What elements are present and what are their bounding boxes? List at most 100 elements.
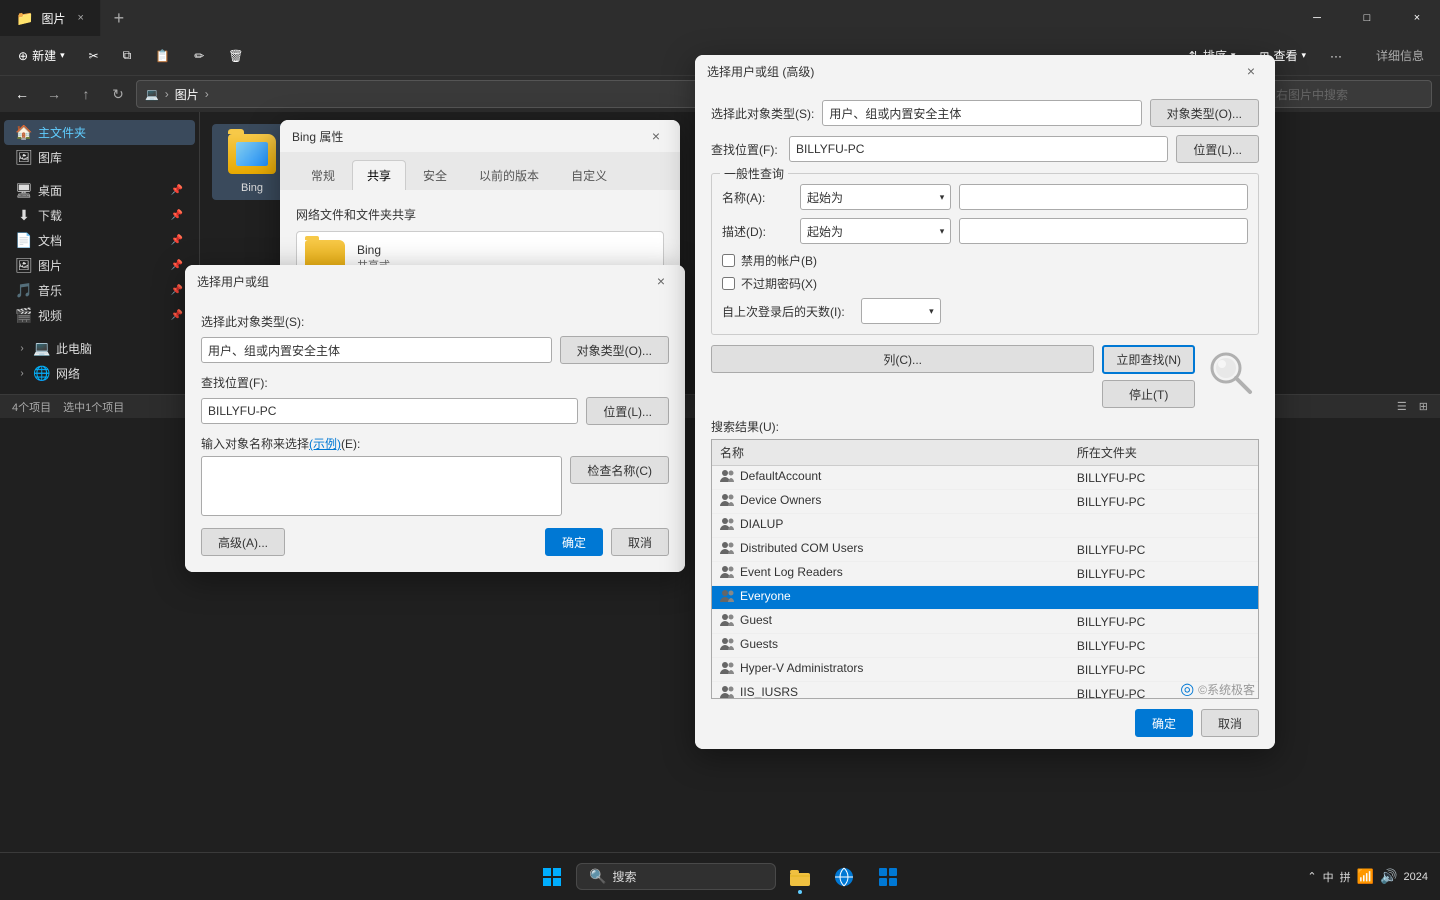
days-since-login-select[interactable]: ▾ <box>861 298 941 324</box>
object-type-field-adv: 用户、组或内置安全主体 <box>822 100 1141 126</box>
back-button[interactable]: ← <box>8 80 36 108</box>
select-user-advanced-content: 选择此对象类型(S): 用户、组或内置安全主体 对象类型(O)... 查找位置(… <box>695 87 1275 749</box>
non-expiring-pwd-checkbox[interactable] <box>722 277 735 290</box>
taskbar-browser[interactable] <box>824 857 864 897</box>
sidebar-item-home[interactable]: 🏠 主文件夹 <box>4 120 195 145</box>
tab-sharing[interactable]: 共享 <box>352 160 406 190</box>
table-row[interactable]: Distributed COM UsersBILLYFU-PC <box>712 538 1258 562</box>
add-tab-button[interactable]: + <box>101 0 137 36</box>
details-button[interactable]: 详细信息 <box>1368 47 1432 64</box>
location-btn-small[interactable]: 位置(L)... <box>586 397 669 425</box>
result-folder: BILLYFU-PC <box>1069 538 1258 562</box>
explorer-tab[interactable]: 📁 图片 × <box>0 0 101 36</box>
result-name: Event Log Readers <box>712 562 1069 586</box>
result-folder: BILLYFU-PC <box>1069 634 1258 658</box>
name-query-row: 名称(A): 起始为 ▾ <box>722 184 1248 210</box>
disabled-accounts-checkbox[interactable] <box>722 254 735 267</box>
taskbar-search[interactable]: 🔍 搜索 <box>576 863 776 890</box>
table-row[interactable]: Device OwnersBILLYFU-PC <box>712 490 1258 514</box>
delete-button[interactable]: 🗑 <box>218 45 253 67</box>
object-type-btn-small[interactable]: 对象类型(O)... <box>560 336 669 364</box>
tab-security[interactable]: 安全 <box>408 160 462 190</box>
sidebar-item-videos[interactable]: 🎬 视频 📌 <box>4 303 195 328</box>
table-row[interactable]: Hyper-V AdministratorsBILLYFU-PC <box>712 658 1258 682</box>
select-user-advanced-close-button[interactable]: × <box>1239 59 1263 83</box>
example-link-small[interactable]: (示例) <box>309 437 341 451</box>
paste-button[interactable]: 📋 <box>145 45 180 67</box>
forward-button[interactable]: → <box>40 80 68 108</box>
sidebar-item-documents[interactable]: 📄 文档 📌 <box>4 228 195 253</box>
minimize-button[interactable]: ─ <box>1294 0 1340 36</box>
sharing-section-title: 网络文件和文件夹共享 <box>296 206 664 223</box>
tab-general[interactable]: 常规 <box>296 160 350 190</box>
cancel-btn-adv[interactable]: 取消 <box>1201 709 1259 737</box>
cut-button[interactable]: ✂ <box>79 45 109 67</box>
view-mode-list-icon[interactable]: ☰ <box>1397 400 1407 413</box>
tab-previous-versions[interactable]: 以前的版本 <box>464 160 554 190</box>
bing-props-close-button[interactable]: × <box>644 124 668 148</box>
table-row[interactable]: GuestBILLYFU-PC <box>712 610 1258 634</box>
network-icon-taskbar[interactable]: 📶 <box>1357 868 1374 885</box>
sidebar-item-this-pc[interactable]: › 💻 此电脑 <box>4 336 195 361</box>
check-names-btn-small[interactable]: 检查名称(C) <box>570 456 669 484</box>
sidebar-item-gallery[interactable]: 🖼 图库 <box>4 145 195 170</box>
table-row[interactable]: DIALUP <box>712 514 1258 538</box>
volume-icon[interactable]: 🔊 <box>1380 868 1397 885</box>
location-field-small[interactable] <box>201 398 578 424</box>
up-button[interactable]: ↑ <box>72 80 100 108</box>
desc-condition-chevron: ▾ <box>940 226 945 237</box>
search-bar[interactable]: 🔍 右图片中搜索 <box>1252 80 1432 108</box>
taskbar-ime-pinyin[interactable]: 拼 <box>1340 869 1351 885</box>
copy-button[interactable]: ⧉ <box>113 44 142 67</box>
sidebar-item-music[interactable]: 🎵 音乐 📌 <box>4 278 195 303</box>
advanced-btn-small[interactable]: 高级(A)... <box>201 528 285 556</box>
ok-btn-adv[interactable]: 确定 <box>1135 709 1193 737</box>
ok-btn-small[interactable]: 确定 <box>545 528 603 556</box>
name-condition-value: 起始为 <box>807 189 843 206</box>
table-row[interactable]: IIS_IUSRSBILLYFU-PC <box>712 682 1258 700</box>
name-value-input[interactable] <box>959 184 1248 210</box>
cancel-btn-small[interactable]: 取消 <box>611 528 669 556</box>
taskbar-file-explorer[interactable] <box>780 857 820 897</box>
table-row[interactable]: GuestsBILLYFU-PC <box>712 634 1258 658</box>
sidebar-item-downloads[interactable]: ⬇ 下载 📌 <box>4 203 195 228</box>
table-row[interactable]: Everyone <box>712 586 1258 610</box>
window-controls: ─ □ × <box>1294 0 1440 36</box>
tab-customize[interactable]: 自定义 <box>556 160 622 190</box>
view-mode-grid-icon[interactable]: ⊞ <box>1419 400 1428 413</box>
taskbar-store[interactable] <box>868 857 908 897</box>
maximize-button[interactable]: □ <box>1344 0 1390 36</box>
taskbar-chevron-icon[interactable]: ⌃ <box>1307 870 1316 883</box>
sidebar-label-videos: 视频 <box>38 307 62 324</box>
object-type-field-small[interactable] <box>201 337 552 363</box>
start-button[interactable] <box>532 857 572 897</box>
address-separator: › <box>165 87 169 101</box>
refresh-button[interactable]: ↻ <box>104 80 132 108</box>
new-button[interactable]: ⊕ 新建 ▾ <box>8 43 75 68</box>
table-row[interactable]: Event Log ReadersBILLYFU-PC <box>712 562 1258 586</box>
columns-btn[interactable]: 列(C)... <box>711 345 1094 373</box>
sidebar-item-desktop[interactable]: 🖥 桌面 📌 <box>4 178 195 203</box>
sidebar-item-network[interactable]: › 🌐 网络 <box>4 361 195 386</box>
description-value-input[interactable] <box>959 218 1248 244</box>
rename-button[interactable]: ✏ <box>184 45 214 67</box>
description-condition-select[interactable]: 起始为 ▾ <box>800 218 951 244</box>
results-scroll[interactable]: 名称 所在文件夹 DefaultAccountBILLYFU-PCDevice … <box>711 439 1259 699</box>
more-button[interactable]: ··· <box>1320 45 1352 67</box>
stop-btn[interactable]: 停止(T) <box>1102 380 1195 408</box>
name-condition-select[interactable]: 起始为 ▾ <box>800 184 951 210</box>
result-name: Everyone <box>712 586 1069 610</box>
sidebar-item-pictures[interactable]: 🖼 图片 📌 <box>4 253 195 278</box>
find-now-button[interactable]: 立即查找(N) <box>1102 345 1195 374</box>
object-name-input-small[interactable] <box>201 456 562 516</box>
tab-close-icon[interactable]: × <box>77 12 83 24</box>
table-row[interactable]: DefaultAccountBILLYFU-PC <box>712 466 1258 490</box>
object-type-btn-adv[interactable]: 对象类型(O)... <box>1150 99 1259 127</box>
close-button[interactable]: × <box>1394 0 1440 36</box>
watermark: ◎ ©系统极客 <box>1180 679 1255 699</box>
select-user-small-close-button[interactable]: × <box>649 269 673 293</box>
location-btn-adv[interactable]: 位置(L)... <box>1176 135 1259 163</box>
file-label-bing: Bing <box>241 182 263 194</box>
taskbar-ime-zh[interactable]: 中 <box>1323 869 1334 885</box>
sidebar-label-documents: 文档 <box>38 232 62 249</box>
